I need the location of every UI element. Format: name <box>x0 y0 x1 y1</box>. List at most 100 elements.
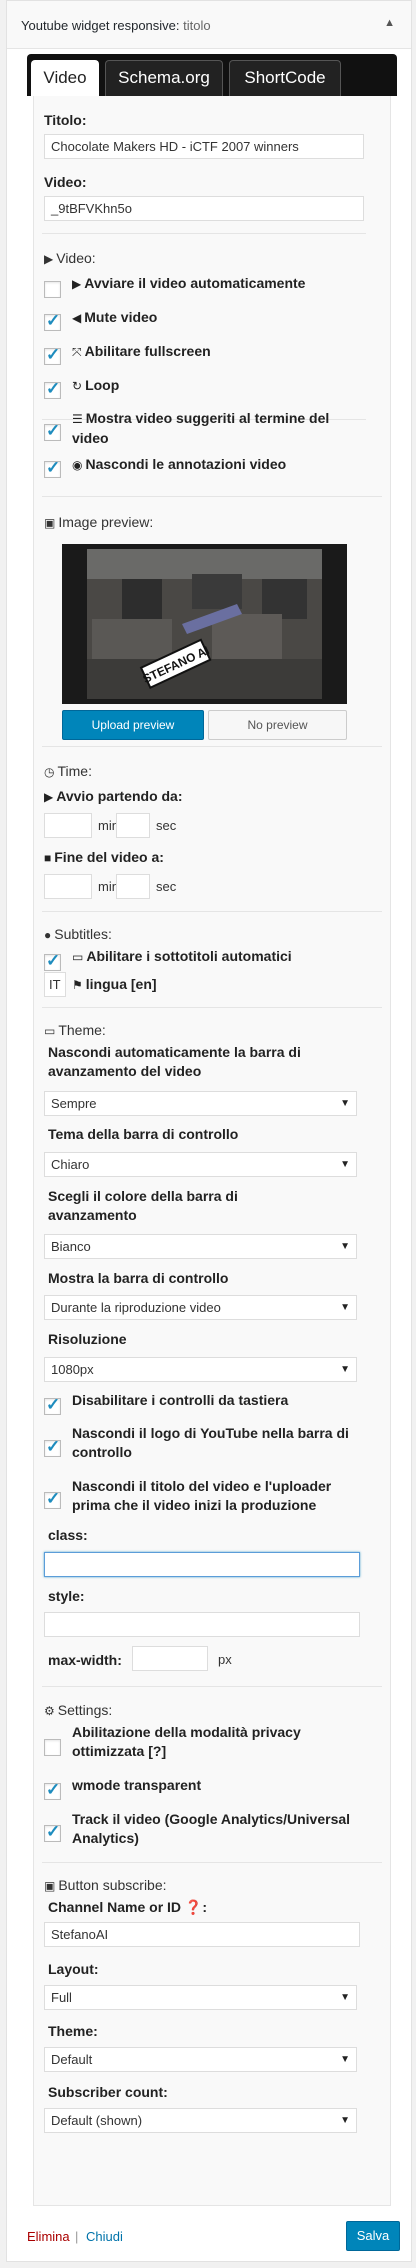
subscribe-heading: ▣ Button subscribe: <box>44 1876 167 1895</box>
divider <box>42 1686 382 1687</box>
dropdown-arrow-icon: ▼ <box>340 2054 350 2065</box>
titolo-label: Titolo: <box>44 112 87 128</box>
class-input[interactable] <box>44 1552 360 1577</box>
related-videos-checkbox[interactable]: ✓ <box>44 421 61 441</box>
channel-input[interactable]: StefanoAI <box>44 1922 360 1947</box>
hide-logo-checkbox[interactable]: ✓ <box>44 1437 61 1457</box>
dropdown-arrow-icon: ▼ <box>340 1992 350 2003</box>
video-id-input[interactable]: _9tBFVKhn5o <box>44 196 364 221</box>
resolution-value: 1080px <box>51 1362 94 1377</box>
image-icon: ▣ <box>44 516 56 530</box>
end-min-input[interactable] <box>44 874 92 899</box>
image-preview-heading-text: Image preview: <box>58 514 154 530</box>
checkmark-icon: ✓ <box>46 458 61 477</box>
annotations-checkbox[interactable]: ✓ <box>44 458 61 478</box>
start-sec-input[interactable] <box>116 813 150 838</box>
show-bar-select[interactable]: Durante la riproduzione video ▼ <box>44 1295 357 1320</box>
layout-select[interactable]: Full ▼ <box>44 1985 357 2010</box>
dropdown-arrow-icon: ▼ <box>340 1364 350 1375</box>
autoplay-checkbox[interactable] <box>44 281 61 298</box>
mute-checkbox[interactable]: ✓ <box>44 311 61 331</box>
subscriber-count-value: Default (shown) <box>51 2113 143 2128</box>
track-analytics-label: Track il video (Google Analytics/Univers… <box>72 1811 351 1846</box>
hide-bar-value: Sempre <box>51 1096 97 1111</box>
refresh-icon: ↻ <box>72 379 83 393</box>
dropdown-arrow-icon: ▼ <box>340 1241 350 1252</box>
close-link[interactable]: Chiudi <box>86 2229 123 2244</box>
widget-titlebar[interactable]: Youtube widget responsive: titolo ▲ <box>7 1 411 49</box>
mute-label-text: Mute video <box>84 309 158 325</box>
wmode-checkbox[interactable]: ✓ <box>44 1780 61 1800</box>
no-preview-button[interactable]: No preview <box>208 710 347 740</box>
fullscreen-label-text: Abilitare fullscreen <box>84 343 211 359</box>
theme-heading: ▭ Theme: <box>44 1021 106 1040</box>
save-button[interactable]: Salva <box>346 2221 400 2251</box>
subtitles-heading-text: Subtitles: <box>54 926 112 942</box>
keyboard-icon: ▭ <box>72 950 84 964</box>
volume-icon: ◀ <box>72 311 82 325</box>
progress-color-select[interactable]: Bianco ▼ <box>44 1234 357 1259</box>
tab-shortcode[interactable]: ShortCode <box>229 60 341 96</box>
privacy-mode-checkbox[interactable] <box>44 1739 61 1756</box>
auto-subtitles-checkbox[interactable]: ✓ <box>44 951 61 971</box>
control-theme-select[interactable]: Chiaro ▼ <box>44 1152 357 1177</box>
checkmark-icon: ✓ <box>46 379 61 398</box>
max-width-input[interactable] <box>132 1646 208 1671</box>
end-sec-input[interactable] <box>116 874 150 899</box>
checkmark-icon: ✓ <box>46 1437 61 1456</box>
fullscreen-checkbox[interactable]: ✓ <box>44 345 61 365</box>
subtitle-language-label-text: lingua [en] <box>85 976 157 992</box>
progress-color-value: Bianco <box>51 1239 91 1254</box>
disable-keyboard-checkbox[interactable]: ✓ <box>44 1395 61 1415</box>
subtitle-language-input[interactable]: IT <box>44 972 66 997</box>
channel-label: Channel Name or ID ❓: <box>48 1899 208 1915</box>
subscribe-theme-select[interactable]: Default ▼ <box>44 2047 357 2072</box>
fullscreen-icon: ⤧ <box>72 345 82 359</box>
auto-subtitles-label: ▭ Abilitare i sottotitoli automatici <box>72 947 362 967</box>
tab-video[interactable]: Video <box>31 60 99 96</box>
subtitles-heading: ● Subtitles: <box>44 925 112 944</box>
autoplay-label: ▶ Avviare il video automaticamente <box>72 274 362 294</box>
hide-bar-select[interactable]: Sempre ▼ <box>44 1091 357 1116</box>
end-sec-unit: sec <box>156 879 177 894</box>
widget-title: Youtube widget responsive: titolo <box>21 18 211 33</box>
disable-keyboard-label: Disabilitare i controlli da tastiera <box>72 1392 289 1408</box>
subscriber-count-select[interactable]: Default (shown) ▼ <box>44 2108 357 2133</box>
speech-bubble-icon: ● <box>44 928 52 942</box>
autoplay-label-text: Avviare il video automaticamente <box>84 275 306 291</box>
track-analytics-checkbox[interactable]: ✓ <box>44 1822 61 1842</box>
widget-title-text: Youtube widget responsive: <box>21 18 180 33</box>
control-theme-value: Chiaro <box>51 1157 90 1172</box>
video-options-heading-text: Video: <box>56 250 96 266</box>
delete-link[interactable]: Elimina <box>27 2229 70 2244</box>
start-min-input[interactable] <box>44 813 92 838</box>
footer-separator: | <box>75 2229 79 2244</box>
related-videos-label: ☰ Mostra video suggeriti al termine del v… <box>72 409 362 448</box>
style-input[interactable] <box>44 1612 360 1637</box>
play-icon: ▶ <box>44 790 54 804</box>
dropdown-arrow-icon: ▼ <box>340 1302 350 1313</box>
youtube-icon: ▶ <box>44 252 54 266</box>
privacy-mode-label: Abilitazione della modalità privacy otti… <box>72 1724 301 1759</box>
dropdown-arrow-icon: ▼ <box>340 1098 350 1109</box>
checkmark-icon: ✓ <box>46 1489 61 1508</box>
video-id-label: Video: <box>44 174 87 190</box>
settings-heading: ⚙ Settings: <box>44 1701 112 1720</box>
tab-schema[interactable]: Schema.org <box>105 60 223 96</box>
divider <box>42 911 382 912</box>
dropdown-arrow-icon: ▼ <box>340 2115 350 2126</box>
subscribe-heading-text: Button subscribe: <box>58 1877 167 1893</box>
subscribe-theme-value: Default <box>51 2052 93 2067</box>
resolution-select[interactable]: 1080px ▼ <box>44 1357 357 1382</box>
hide-title-checkbox[interactable]: ✓ <box>44 1489 61 1509</box>
titolo-input[interactable]: Chocolate Makers HD - iCTF 2007 winners <box>44 134 364 159</box>
resolution-label: Risoluzione <box>48 1331 127 1347</box>
widget-panel: Youtube widget responsive: titolo ▲ Vide… <box>6 0 412 2262</box>
hide-bar-label: Nascondi automaticamente la barra di ava… <box>48 1044 301 1079</box>
upload-preview-button[interactable]: Upload preview <box>62 710 204 740</box>
collapse-arrow-icon[interactable]: ▲ <box>384 17 395 29</box>
checkmark-icon: ✓ <box>46 951 61 970</box>
loop-checkbox[interactable]: ✓ <box>44 379 61 399</box>
subtitle-language-label: ⚑ lingua [en] <box>72 975 157 995</box>
divider <box>42 496 382 497</box>
